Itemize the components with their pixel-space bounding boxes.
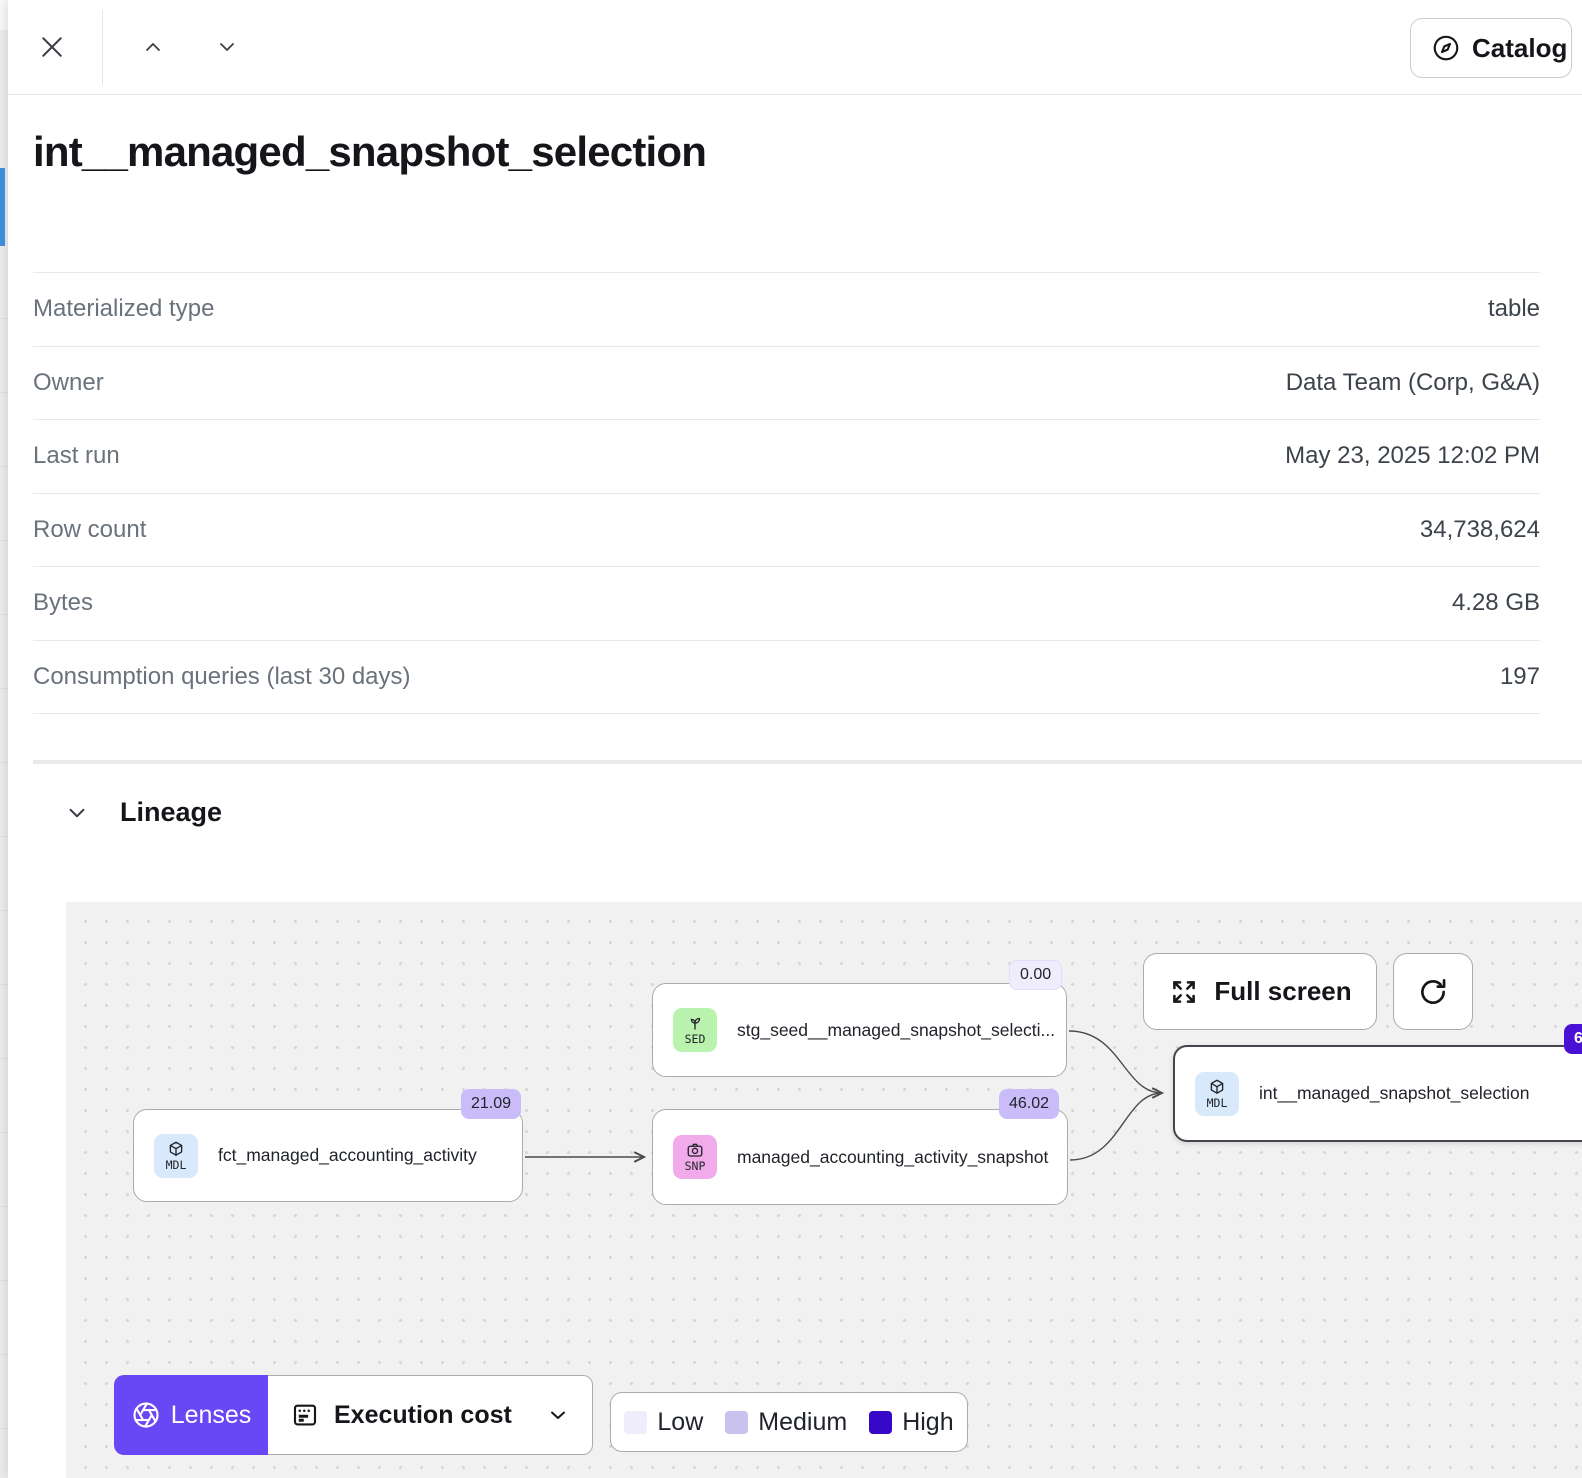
node-label: fct_managed_accounting_activity	[218, 1145, 477, 1166]
collapse-chevron-icon[interactable]	[64, 800, 90, 826]
detail-value: 197	[1500, 663, 1540, 691]
execution-cost-badge: 67	[1564, 1024, 1582, 1054]
catalog-button[interactable]: Catalog	[1410, 18, 1572, 78]
panel-toolbar: Catalog	[8, 0, 1582, 95]
lineage-section-header: Lineage	[64, 797, 222, 828]
table-lens-icon	[290, 1400, 320, 1430]
node-type-label: SED	[685, 1034, 706, 1046]
detail-value: Data Team (Corp, G&A)	[1286, 369, 1540, 397]
detail-row-bytes: Bytes 4.28 GB	[33, 567, 1540, 641]
close-icon	[37, 32, 67, 62]
chevron-up-icon	[141, 35, 165, 59]
detail-value: 4.28 GB	[1452, 589, 1540, 617]
lineage-node-stg-seed-managed-snapshot-selection[interactable]: SED stg_seed__managed_snapshot_selecti..…	[652, 983, 1067, 1077]
legend-swatch-low	[624, 1411, 647, 1434]
refresh-icon	[1416, 975, 1450, 1009]
legend-label-medium: Medium	[758, 1408, 847, 1437]
lenses-button-label: Lenses	[171, 1401, 252, 1430]
node-label: managed_accounting_activity_snapshot	[737, 1147, 1048, 1168]
model-type-icon: MDL	[154, 1134, 198, 1178]
toolbar-divider	[102, 10, 103, 85]
fullscreen-button[interactable]: Full screen	[1143, 953, 1377, 1030]
page-title: int__managed_snapshot_selection	[33, 128, 706, 176]
execution-cost-badge: 0.00	[1009, 960, 1062, 990]
compass-icon	[1431, 33, 1461, 63]
background-scroll-indicator	[0, 168, 5, 246]
detail-label: Row count	[33, 516, 146, 544]
expand-icon	[1168, 976, 1200, 1008]
node-type-label: SNP	[685, 1161, 706, 1173]
cube-icon	[1208, 1078, 1226, 1096]
detail-row-consumption-queries: Consumption queries (last 30 days) 197	[33, 641, 1540, 715]
detail-row-owner: Owner Data Team (Corp, G&A)	[33, 347, 1540, 421]
lineage-node-int-managed-snapshot-selection[interactable]: MDL int__managed_snapshot_selection 67	[1173, 1045, 1582, 1142]
lineage-node-fct-managed-accounting-activity[interactable]: MDL fct_managed_accounting_activity 21.0…	[133, 1109, 523, 1202]
detail-value: 34,738,624	[1420, 516, 1540, 544]
chevron-down-icon	[215, 35, 239, 59]
detail-label: Owner	[33, 369, 104, 397]
previous-item-button[interactable]	[133, 30, 173, 64]
lineage-canvas[interactable]: MDL fct_managed_accounting_activity 21.0…	[66, 902, 1582, 1478]
app-root: Catalog int__managed_snapshot_selection …	[0, 0, 1582, 1478]
detail-label: Consumption queries (last 30 days)	[33, 663, 411, 691]
sprout-icon	[686, 1014, 704, 1032]
snapshot-type-icon: SNP	[673, 1135, 717, 1179]
node-type-label: MDL	[166, 1160, 187, 1172]
cube-icon	[167, 1140, 185, 1158]
details-table: Materialized type table Owner Data Team …	[33, 272, 1540, 714]
lenses-control: Lenses Execution cost	[114, 1375, 593, 1455]
seed-type-icon: SED	[673, 1008, 717, 1052]
camera-icon	[686, 1141, 704, 1159]
node-type-label: MDL	[1207, 1098, 1228, 1110]
legend-swatch-high	[869, 1411, 892, 1434]
catalog-button-label: Catalog	[1472, 33, 1567, 64]
legend-label-low: Low	[657, 1408, 703, 1437]
lens-selected-label: Execution cost	[334, 1401, 532, 1430]
execution-cost-badge: 21.09	[461, 1089, 521, 1119]
cost-legend: Low Medium High	[610, 1392, 968, 1452]
detail-row-materialized-type: Materialized type table	[33, 273, 1540, 347]
legend-swatch-medium	[725, 1411, 748, 1434]
background-page-edge	[0, 0, 8, 1478]
legend-label-high: High	[902, 1408, 953, 1437]
detail-label: Materialized type	[33, 295, 214, 323]
detail-value: May 23, 2025 12:02 PM	[1285, 442, 1540, 470]
execution-cost-badge: 46.02	[999, 1089, 1059, 1119]
fullscreen-button-label: Full screen	[1214, 976, 1351, 1007]
detail-panel: Catalog int__managed_snapshot_selection …	[8, 0, 1582, 1478]
next-item-button[interactable]	[207, 30, 247, 64]
detail-label: Last run	[33, 442, 120, 470]
chevron-down-icon	[546, 1403, 570, 1427]
detail-value: table	[1488, 295, 1540, 323]
section-divider	[33, 760, 1582, 764]
detail-label: Bytes	[33, 589, 93, 617]
detail-row-row-count: Row count 34,738,624	[33, 494, 1540, 568]
lens-selector[interactable]: Execution cost	[268, 1375, 593, 1455]
node-label: int__managed_snapshot_selection	[1259, 1083, 1529, 1104]
lenses-button[interactable]: Lenses	[114, 1375, 268, 1455]
lineage-section-title: Lineage	[120, 797, 222, 828]
close-button[interactable]	[32, 27, 72, 67]
node-label: stg_seed__managed_snapshot_selecti...	[737, 1020, 1055, 1041]
lineage-node-managed-accounting-activity-snapshot[interactable]: SNP managed_accounting_activity_snapshot…	[652, 1109, 1068, 1205]
model-type-icon: MDL	[1195, 1072, 1239, 1116]
detail-row-last-run: Last run May 23, 2025 12:02 PM	[33, 420, 1540, 494]
aperture-icon	[131, 1400, 161, 1430]
refresh-button[interactable]	[1393, 953, 1473, 1030]
